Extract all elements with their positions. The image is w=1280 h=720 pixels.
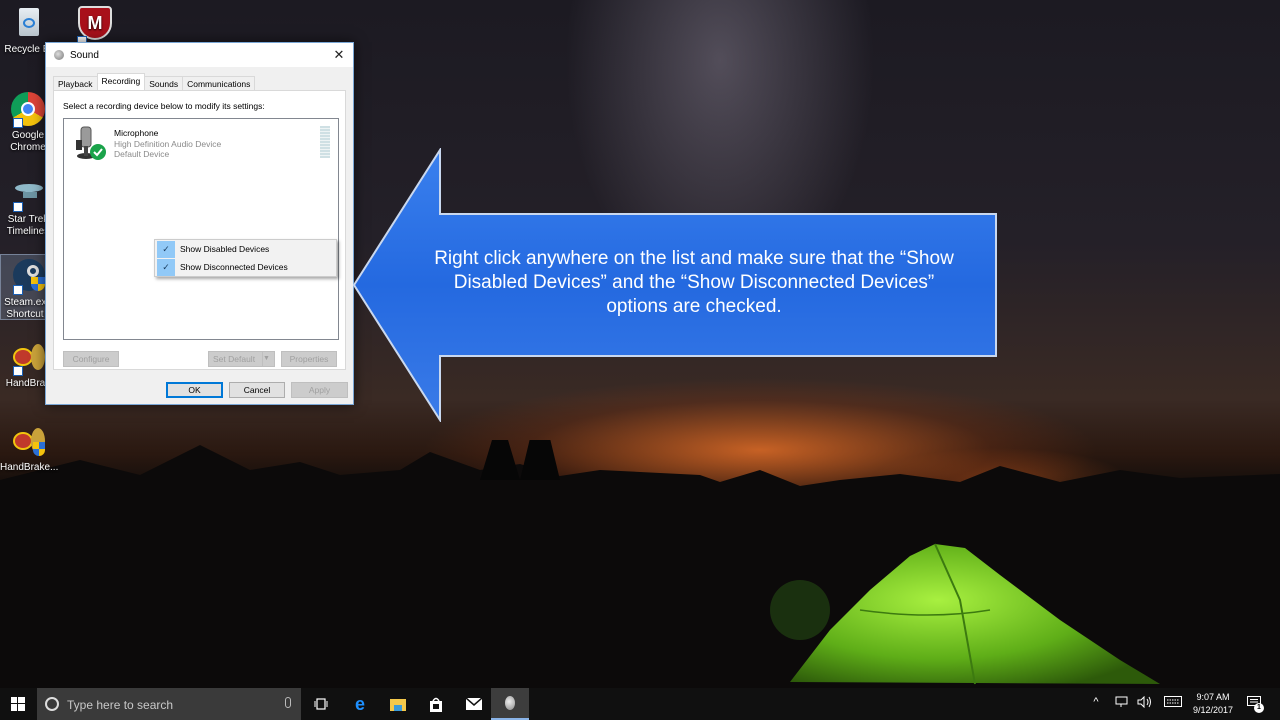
volume-icon[interactable] — [1137, 695, 1153, 712]
clock-time: 9:07 AM — [1196, 692, 1230, 702]
taskbar-sound-settings[interactable] — [491, 688, 529, 720]
chevron-down-icon[interactable]: ▼ — [262, 352, 274, 366]
wallpaper-mountains — [0, 440, 1280, 690]
microphone-icon — [76, 126, 106, 160]
device-name: Microphone — [114, 128, 159, 138]
handbrake-icon — [11, 340, 45, 376]
sound-dialog: Sound ✕ Playback Recording Sounds Commun… — [45, 42, 354, 405]
taskbar-mail[interactable] — [455, 688, 493, 720]
menu-item-show-disconnected-devices[interactable]: ✓ Show Disconnected Devices — [155, 259, 336, 276]
taskbar-store[interactable] — [417, 688, 455, 720]
taskbar-file-explorer[interactable] — [379, 688, 417, 720]
edge-icon: e — [354, 693, 365, 714]
desktop-icon-mcafee[interactable]: M — [58, 4, 114, 46]
clock-date: 9/12/2017 — [1192, 705, 1234, 715]
speaker-icon — [505, 696, 515, 710]
callout-text: Right click anywhere on the list and mak… — [434, 248, 954, 317]
dialog-title: Sound — [70, 49, 99, 61]
folder-icon — [390, 698, 406, 711]
tab-sounds[interactable]: Sounds — [144, 76, 184, 90]
ok-button[interactable]: OK — [166, 382, 223, 398]
mcafee-icon: M — [69, 4, 112, 46]
checkmark-icon: ✓ — [157, 241, 175, 258]
close-button[interactable]: ✕ — [331, 47, 347, 63]
show-hidden-icons-button[interactable]: ^ — [1090, 696, 1102, 712]
chrome-icon — [11, 92, 45, 128]
checkmark-icon: ✓ — [157, 259, 175, 276]
taskbar-clock[interactable]: 9:07 AM 9/12/2017 — [1185, 691, 1241, 717]
recycle-bin-icon — [11, 6, 45, 40]
microphone-icon[interactable] — [285, 697, 291, 708]
desktop-icon-handbrake-2[interactable]: HandBrake... — [0, 424, 58, 474]
tab-communications[interactable]: Communications — [182, 76, 256, 90]
search-placeholder: Type here to search — [67, 698, 174, 712]
star-trek-icon — [11, 176, 45, 212]
device-status: Default Device — [114, 149, 170, 159]
network-icon[interactable] — [1113, 696, 1129, 712]
dialog-titlebar[interactable]: Sound — [46, 43, 353, 67]
tab-recording[interactable]: Recording — [96, 73, 146, 90]
task-view-button[interactable] — [302, 688, 340, 720]
taskbar-edge[interactable]: e — [341, 688, 379, 720]
tab-playback[interactable]: Playback — [53, 76, 98, 90]
taskbar: Type here to search e ^ 9:07 AM 9/12/201… — [0, 688, 1280, 720]
speaker-icon — [54, 50, 64, 60]
device-description: High Definition Audio Device — [114, 139, 222, 149]
notification-count-badge: 1 — [1254, 703, 1264, 713]
start-button[interactable] — [0, 688, 36, 720]
context-menu: ✓ Show Disabled Devices ✓ Show Disconnec… — [154, 239, 337, 277]
level-meter — [320, 126, 330, 158]
windows-logo-icon — [11, 697, 25, 711]
recording-panel: Select a recording device below to modif… — [53, 90, 346, 370]
mail-icon — [466, 698, 482, 710]
steam-icon — [11, 259, 45, 295]
set-default-button[interactable]: Set Default ▼ — [208, 351, 275, 367]
menu-item-show-disabled-devices[interactable]: ✓ Show Disabled Devices — [155, 241, 336, 258]
cancel-button[interactable]: Cancel — [229, 382, 285, 398]
instruction-text: Select a recording device below to modif… — [63, 101, 265, 111]
keyboard-icon[interactable] — [1163, 696, 1183, 712]
store-icon — [430, 697, 442, 712]
configure-button[interactable]: Configure — [63, 351, 119, 367]
handbrake-icon — [11, 424, 45, 458]
list-item[interactable]: Microphone High Definition Audio Device … — [65, 120, 337, 166]
properties-button[interactable]: Properties — [281, 351, 337, 367]
cortana-icon — [45, 697, 59, 711]
search-input[interactable]: Type here to search — [37, 688, 301, 720]
task-view-icon — [314, 698, 328, 710]
apply-button[interactable]: Apply — [291, 382, 348, 398]
device-list[interactable]: Microphone High Definition Audio Device … — [63, 118, 339, 340]
tab-bar: Playback Recording Sounds Communications — [53, 73, 256, 90]
